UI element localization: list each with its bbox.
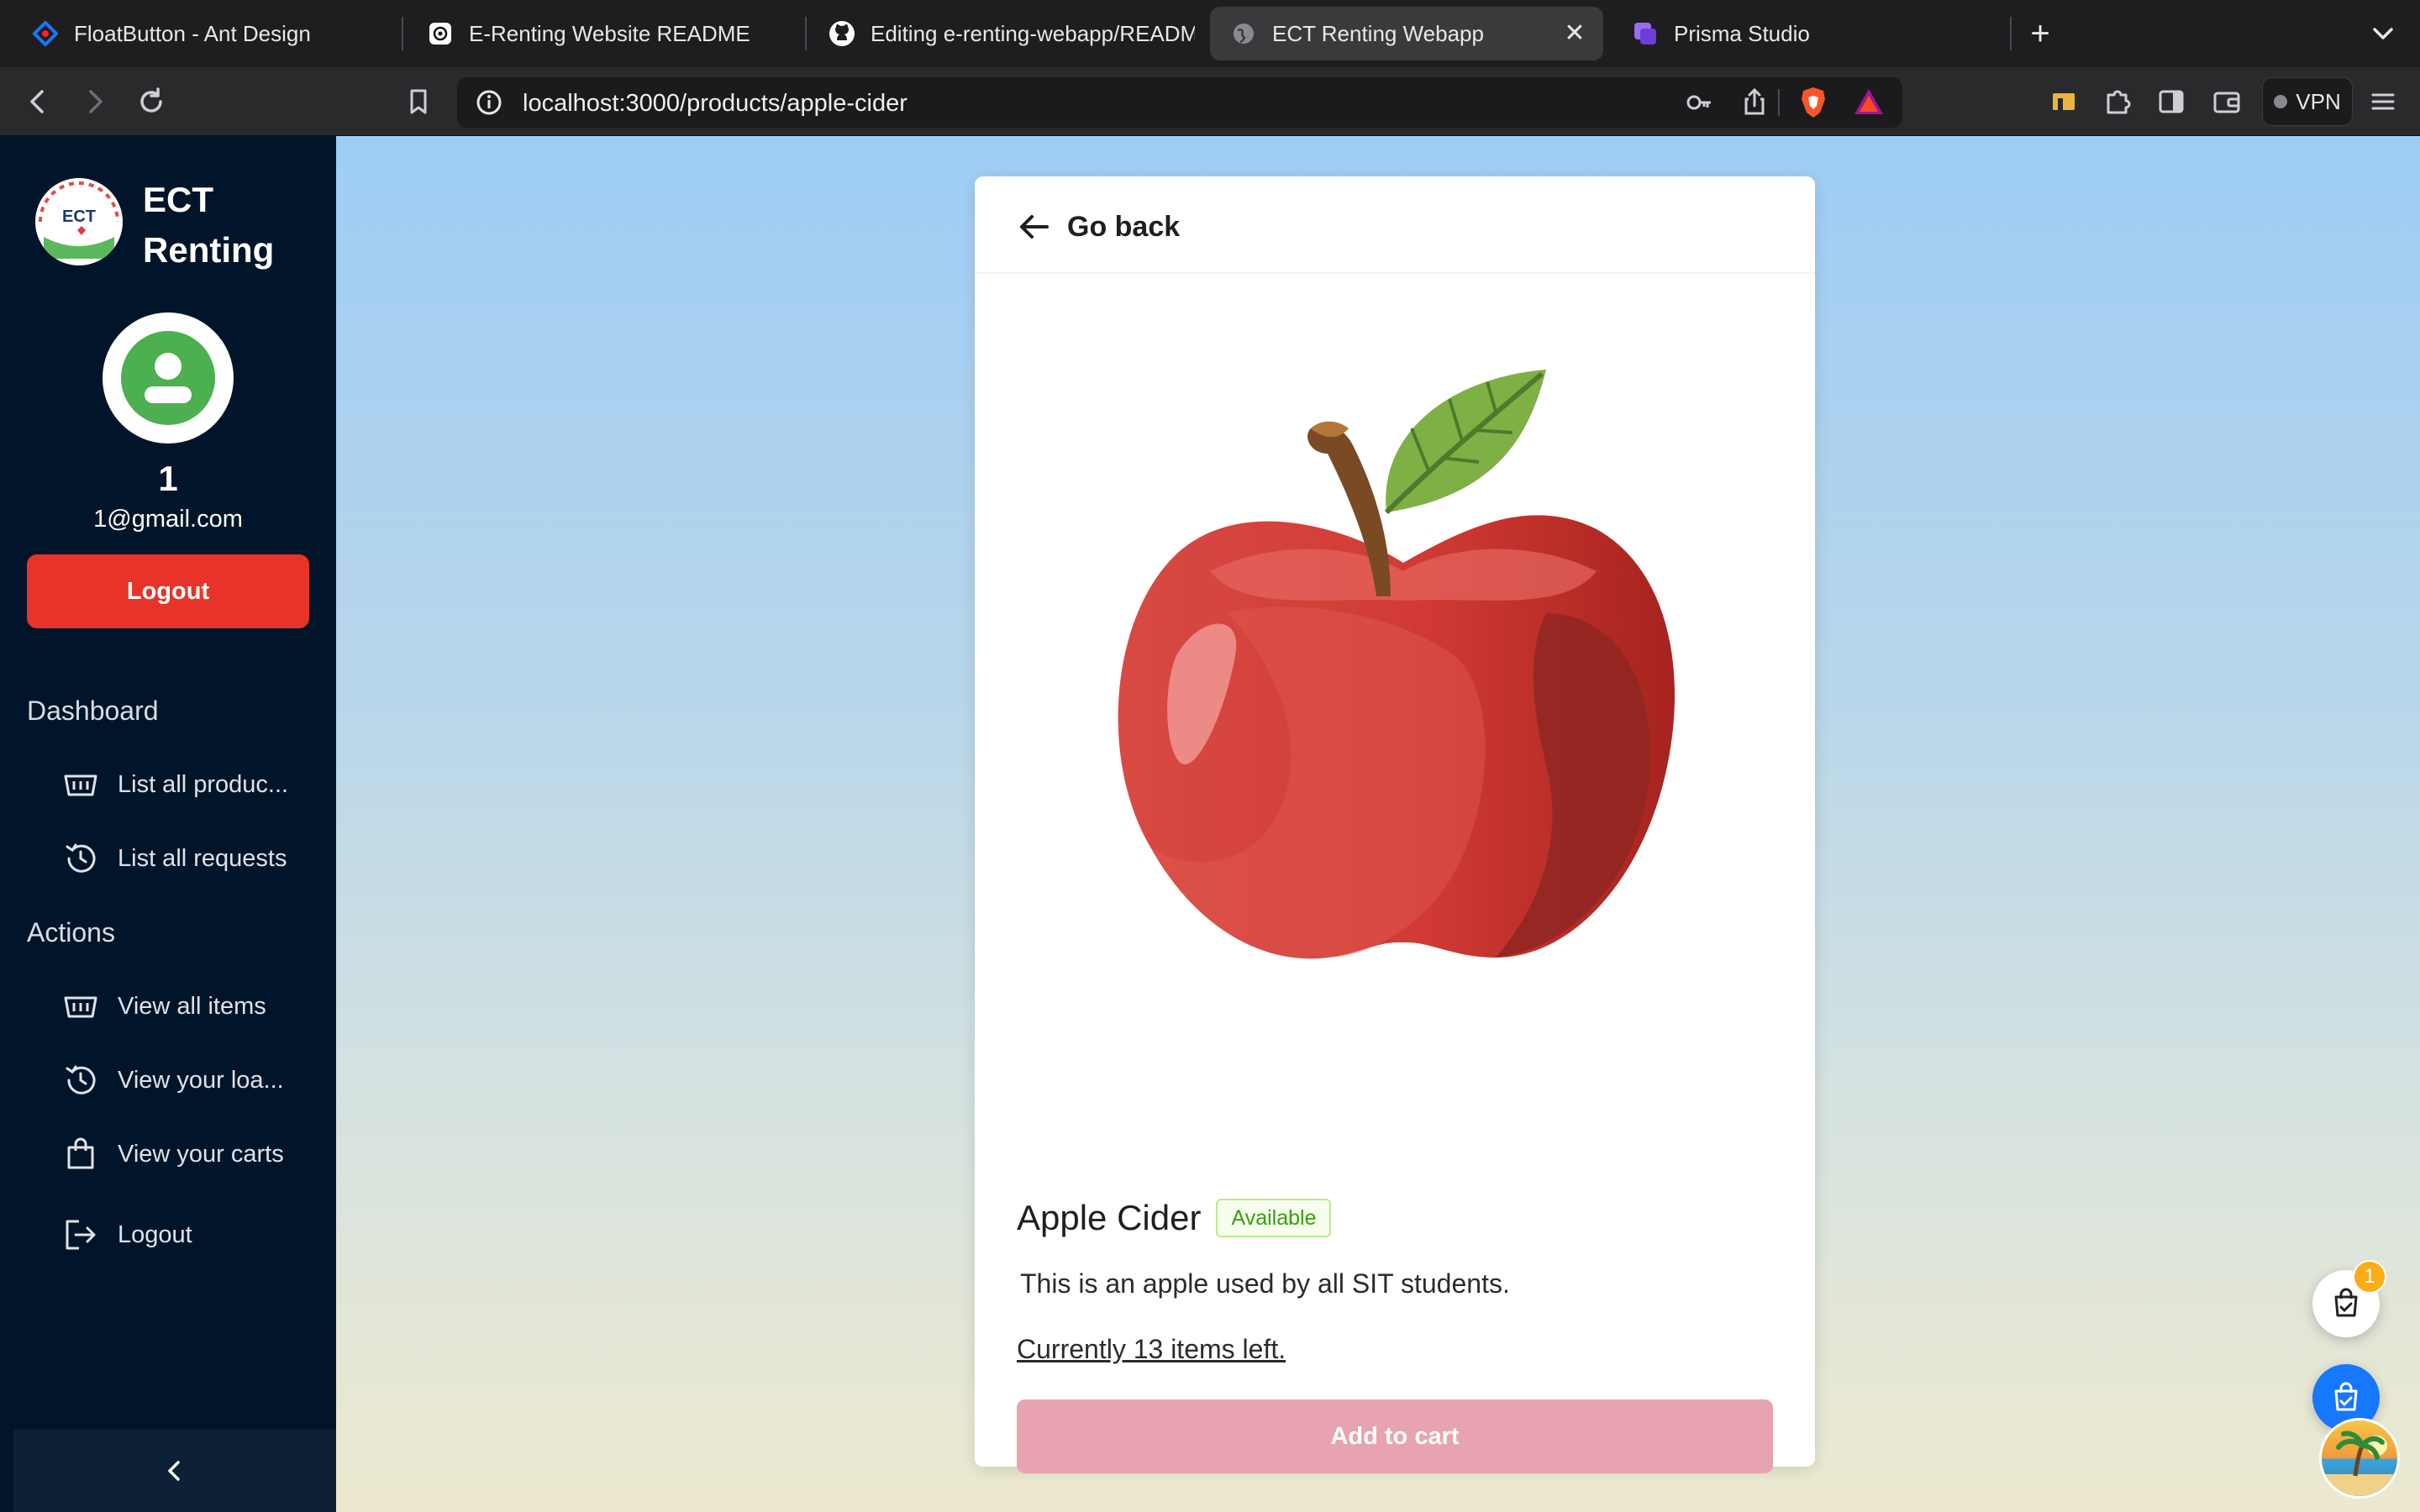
- product-description: This is an apple used by all SIT student…: [1020, 1268, 1510, 1299]
- tab-separator: [402, 17, 403, 50]
- sidebar-item-label: List all requests: [118, 844, 287, 872]
- product-card: Go back Apple Cider Available This is an…: [975, 176, 1815, 1473]
- tab-e-renting-readme[interactable]: E-Renting Website README: [407, 7, 802, 60]
- arrow-left-icon: [1020, 215, 1049, 239]
- basket-icon: [60, 764, 101, 805]
- address-bar[interactable]: localhost:3000/products/apple-cider: [457, 77, 1902, 128]
- tab-github-editing[interactable]: Editing e-renting-webapp/READM: [808, 7, 1195, 60]
- history-icon: [60, 838, 101, 879]
- tab-label: E-Renting Website README: [469, 20, 750, 46]
- shopping-bag-icon: [60, 1134, 101, 1174]
- tab-label: Editing e-renting-webapp/READM: [871, 20, 1195, 46]
- go-back-button[interactable]: Go back: [1015, 202, 1180, 252]
- browser-tab-bar: FloatButton - Ant Design E-Renting Websi…: [0, 0, 2420, 67]
- sidebar-item-label: Logout: [118, 1221, 192, 1248]
- add-to-cart-button[interactable]: Add to cart: [1017, 1399, 1773, 1473]
- wallet-badge-icon[interactable]: [2044, 81, 2084, 122]
- tab-floatbutton-ant-design[interactable]: FloatButton - Ant Design: [12, 7, 398, 60]
- card-divider: [975, 272, 1815, 274]
- chevron-left-icon: [168, 1461, 180, 1481]
- sidebar: ECT ECT Renting 1 1@gmail.com Logout Das…: [0, 136, 336, 1512]
- ect-logo: ECT: [35, 178, 123, 265]
- beach-avatar-button[interactable]: [2319, 1418, 2400, 1499]
- url-path: :3000/products/apple-cider: [618, 90, 908, 117]
- sidebar-item-label: View your loa...: [118, 1066, 284, 1094]
- brave-rewards-icon[interactable]: [1850, 84, 1887, 121]
- section-dashboard: Dashboard: [27, 696, 159, 726]
- sidebar-toggle-icon[interactable]: [2151, 81, 2191, 122]
- tab-label: FloatButton - Ant Design: [74, 20, 311, 46]
- new-tab-button[interactable]: +: [2022, 15, 2059, 52]
- wallet-icon[interactable]: [2207, 81, 2247, 122]
- brave-shields-icon[interactable]: [1795, 84, 1832, 121]
- reload-icon[interactable]: [131, 81, 171, 122]
- tab-prisma-studio[interactable]: Prisma Studio: [1612, 7, 1998, 60]
- bookmark-icon[interactable]: [398, 81, 439, 122]
- sidebar-item-logout[interactable]: Logout: [0, 1201, 336, 1268]
- tab-search-chevron-icon[interactable]: [2365, 15, 2402, 52]
- url-host: localhost: [523, 90, 619, 117]
- logout-button[interactable]: Logout: [27, 554, 309, 628]
- prisma-icon: [1632, 20, 1659, 47]
- password-key-icon[interactable]: [1682, 86, 1716, 119]
- product-title-row: Apple Cider Available: [1017, 1198, 1332, 1238]
- product-image-apple: [1059, 294, 1731, 983]
- sidebar-item-view-your-loans[interactable]: View your loa...: [0, 1047, 336, 1114]
- sidebar-item-list-all-products[interactable]: List all produc...: [0, 751, 336, 818]
- sidebar-item-label: List all produc...: [118, 770, 289, 798]
- user-icon: [121, 331, 215, 425]
- product-stock: Currently 13 items left.: [1017, 1334, 1286, 1364]
- status-badge: Available: [1216, 1199, 1332, 1237]
- extensions-puzzle-icon[interactable]: [2097, 81, 2138, 122]
- vpn-status-dot: [2274, 95, 2288, 108]
- go-back-label: Go back: [1067, 210, 1181, 243]
- user-email: 1@gmail.com: [93, 506, 243, 533]
- share-icon[interactable]: [1738, 86, 1771, 119]
- tab-label: ECT Renting Webapp: [1272, 20, 1484, 46]
- shopping-bag-icon: [2334, 1382, 2358, 1411]
- forward-arrow-icon[interactable]: [74, 81, 114, 122]
- sidebar-item-label: View your carts: [118, 1140, 284, 1168]
- basket-icon: [60, 986, 101, 1026]
- section-actions: Actions: [27, 917, 115, 948]
- urlbar-divider: [1778, 89, 1780, 116]
- vpn-button[interactable]: VPN: [2262, 77, 2353, 126]
- ant-design-icon: [32, 20, 59, 47]
- user-avatar: [103, 312, 234, 444]
- sidebar-item-label: View all items: [118, 992, 266, 1020]
- history-icon: [60, 1060, 101, 1100]
- back-arrow-icon[interactable]: [18, 81, 59, 122]
- close-tab-icon[interactable]: ✕: [1561, 20, 1588, 47]
- site-info-icon[interactable]: [472, 86, 506, 119]
- product-name: Apple Cider: [1017, 1198, 1202, 1237]
- menu-hamburger-icon[interactable]: [2363, 81, 2403, 122]
- github-icon: [829, 20, 855, 47]
- cart-count-badge: 1: [2353, 1260, 2386, 1294]
- svg-text:ECT: ECT: [62, 207, 96, 226]
- tab-label: Prisma Studio: [1674, 20, 1810, 46]
- main-content: Go back Apple Cider Available This is an…: [336, 136, 2420, 1512]
- sidebar-item-view-your-carts[interactable]: View your carts: [0, 1121, 336, 1188]
- brand-name: ECT Renting: [143, 180, 275, 270]
- globe-icon: [1230, 20, 1257, 47]
- tab-ect-renting-webapp[interactable]: ECT Renting Webapp ✕: [1210, 7, 1603, 60]
- vpn-label: VPN: [2296, 88, 2341, 114]
- browser-toolbar: localhost:3000/products/apple-cider VPN: [0, 67, 2420, 136]
- logout-icon: [60, 1215, 101, 1255]
- sidebar-collapse-button[interactable]: [13, 1430, 336, 1512]
- tab-separator: [805, 17, 807, 50]
- openai-icon: [427, 20, 454, 47]
- url-text[interactable]: localhost:3000/products/apple-cider: [523, 90, 908, 118]
- tab-separator: [2010, 17, 2012, 50]
- user-name: 1: [158, 459, 178, 498]
- shopping-cart-check-icon: [2334, 1288, 2358, 1317]
- sidebar-item-view-all-items[interactable]: View all items: [0, 973, 336, 1040]
- sidebar-item-list-all-requests[interactable]: List all requests: [0, 825, 336, 892]
